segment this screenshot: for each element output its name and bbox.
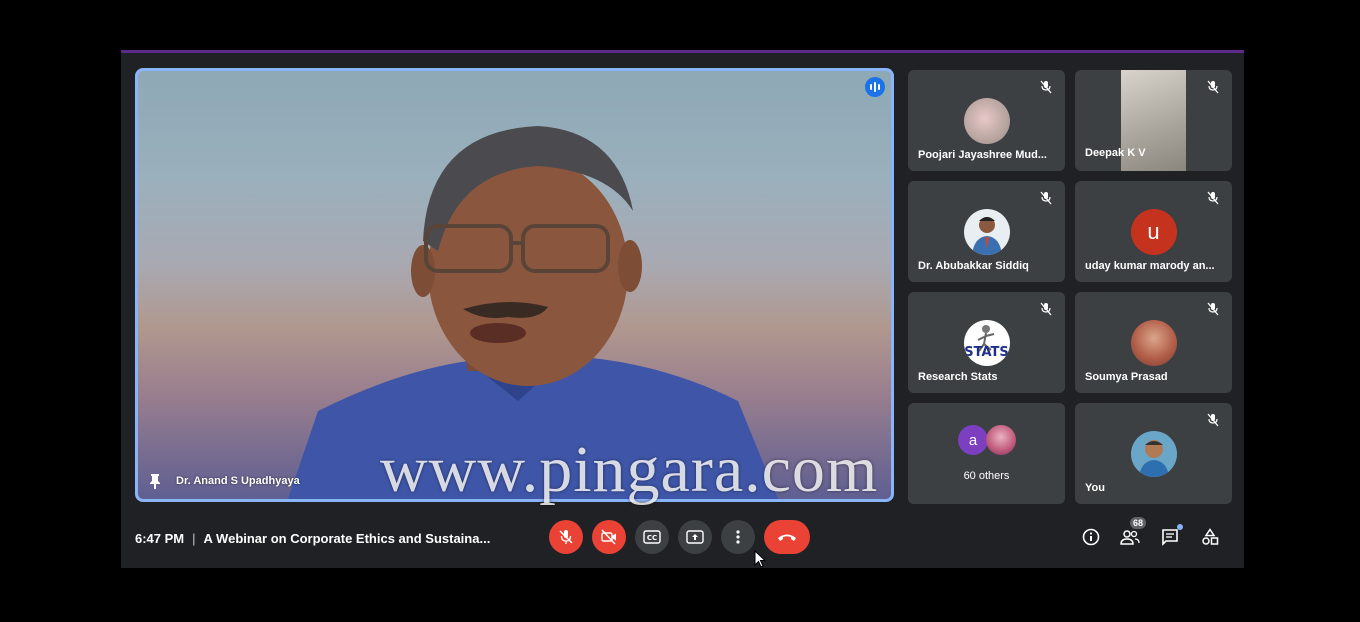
meeting-title: A Webinar on Corporate Ethics and Sustai… (203, 531, 491, 546)
more-options-icon (736, 530, 740, 544)
avatar: u (1130, 209, 1177, 255)
avatar (1130, 431, 1177, 477)
camera-off-icon (601, 529, 616, 545)
captions-icon: CC (643, 530, 661, 544)
participant-name: Deepak K V (1085, 147, 1146, 159)
meeting-info: 6:47 PM | A Webinar on Corporate Ethics an… (135, 531, 490, 546)
avatar (963, 98, 1010, 144)
mic-off-icon (1040, 302, 1052, 316)
avatar (1130, 320, 1177, 366)
participant-name: uday kumar marody an... (1085, 260, 1215, 272)
avatar (986, 425, 1016, 455)
camera-toggle-button[interactable] (592, 520, 626, 554)
participant-name: Research Stats (918, 371, 998, 383)
people-count-badge: 68 (1130, 517, 1147, 529)
mic-off-icon (559, 530, 573, 544)
avatar: STATS (963, 320, 1010, 366)
present-icon (686, 530, 704, 544)
activities-button[interactable] (1199, 526, 1221, 548)
speaking-icon (865, 77, 885, 97)
meeting-time: 6:47 PM (135, 531, 185, 546)
bottom-toolbar: 6:47 PM | A Webinar on Corporate Ethics an… (121, 517, 1244, 558)
separator: | (192, 531, 196, 546)
end-call-button[interactable] (764, 520, 810, 554)
present-button[interactable] (678, 520, 712, 554)
watermark: www.pingara.com (380, 433, 879, 506)
others-tile[interactable]: a 60 others (908, 403, 1065, 504)
participant-tile[interactable]: Soumya Prasad (1075, 292, 1232, 393)
avatar (963, 209, 1010, 255)
avatar-text: STATS (964, 345, 1009, 360)
participant-name: Dr. Abubakkar Siddiq (918, 260, 1029, 272)
mic-off-icon (1207, 191, 1219, 205)
activities-icon (1202, 528, 1219, 545)
chat-icon (1162, 529, 1178, 546)
mic-off-icon (1207, 413, 1219, 427)
participant-name: Poojari Jayashree Mud... (918, 149, 1047, 161)
info-icon (1082, 528, 1100, 546)
people-button[interactable]: 68 (1119, 517, 1147, 548)
mic-off-icon (1040, 191, 1052, 205)
mic-off-icon (1040, 80, 1052, 94)
participant-name: Soumya Prasad (1085, 371, 1168, 383)
mic-off-icon (1207, 80, 1219, 94)
pin-icon[interactable] (148, 473, 162, 489)
participant-name: You (1085, 482, 1105, 494)
avatar: a (958, 425, 988, 455)
participant-tile[interactable]: You (1075, 403, 1232, 504)
svg-text:CC: CC (647, 534, 657, 542)
captions-button[interactable]: CC (635, 520, 669, 554)
main-speaker-name: Dr. Anand S Upadhyaya (176, 475, 300, 487)
participant-tile[interactable]: Deepak K V (1075, 70, 1232, 171)
participant-tile[interactable]: Poojari Jayashree Mud... (908, 70, 1065, 171)
meeting-details-button[interactable] (1080, 526, 1102, 548)
chat-button[interactable] (1159, 524, 1183, 548)
mic-off-icon (1207, 302, 1219, 316)
more-options-button[interactable] (721, 520, 755, 554)
participant-tile[interactable]: STATS Research Stats (908, 292, 1065, 393)
others-count: 60 others (963, 470, 1010, 482)
people-icon (1120, 530, 1140, 545)
participant-tile[interactable]: u uday kumar marody an... (1075, 181, 1232, 282)
participant-tile[interactable]: Dr. Abubakkar Siddiq (908, 181, 1065, 282)
end-call-icon (778, 534, 796, 541)
mic-toggle-button[interactable] (549, 520, 583, 554)
notification-dot (1177, 524, 1183, 530)
mouse-cursor-icon (754, 550, 766, 568)
